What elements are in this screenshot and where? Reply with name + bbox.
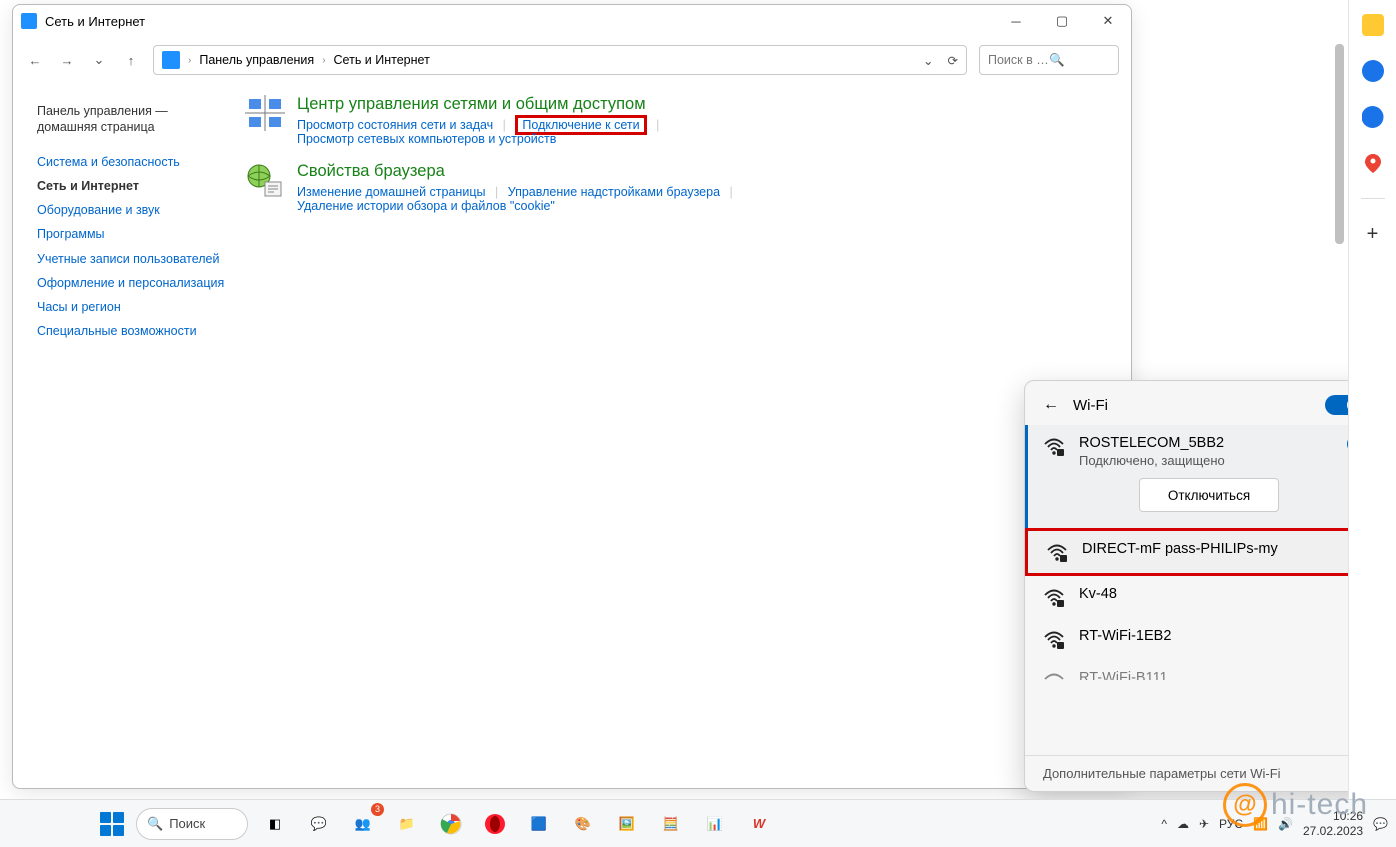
sidebar-item-6[interactable]: Часы и регион: [37, 295, 225, 319]
scrollbar-thumb[interactable]: [1335, 44, 1344, 244]
browser-properties-icon: [245, 162, 285, 198]
wifi-network-item[interactable]: ROSTELECOM_5BB2 Подключено, защищено Отк…: [1025, 425, 1383, 528]
search-placeholder: Поиск в панели …: [988, 53, 1049, 67]
app-icon[interactable]: 📊: [696, 805, 734, 843]
network-name: RT-WiFi-B111: [1079, 670, 1365, 680]
search-icon: 🔍: [1049, 53, 1110, 68]
window-title: Сеть и Интернет: [45, 14, 145, 29]
opera-icon[interactable]: [476, 805, 514, 843]
calculator-icon[interactable]: 🧮: [652, 805, 690, 843]
search-icon: 🔍: [147, 816, 163, 832]
sidebar-item-4[interactable]: Учетные записи пользователей: [37, 247, 225, 271]
wifi-signal-icon: [1043, 628, 1065, 650]
sidebar-item-1[interactable]: Сеть и Интернет: [37, 174, 225, 198]
link-addons[interactable]: Управление надстройками браузера: [508, 185, 720, 199]
wps-icon[interactable]: W: [740, 805, 778, 843]
sidebar-icon[interactable]: [1362, 106, 1384, 128]
control-panel-window: Сеть и Интернет ─ ▢ ✕ ← → ⌄ ↑ › Панель у…: [12, 4, 1132, 789]
toolbar: ← → ⌄ ↑ › Панель управления › Сеть и Инт…: [13, 37, 1131, 83]
history-dropdown-icon[interactable]: ⌄: [923, 53, 933, 68]
app-icon[interactable]: 🟦: [520, 805, 558, 843]
sidebar-item-0[interactable]: Система и безопасность: [37, 150, 225, 174]
chat-icon[interactable]: 💬: [300, 805, 338, 843]
app-icon: [21, 13, 37, 29]
address-bar[interactable]: › Панель управления › Сеть и Интернет ⌄ …: [153, 45, 967, 75]
link-homepage[interactable]: Изменение домашней страницы: [297, 185, 485, 199]
app-icon[interactable]: 🖼️: [608, 805, 646, 843]
maximize-button[interactable]: ▢: [1039, 5, 1085, 37]
wifi-title: Wi-Fi: [1073, 397, 1108, 414]
chevron-icon: ›: [322, 55, 325, 66]
breadcrumb-0[interactable]: Панель управления: [199, 53, 314, 67]
sidebar-item-7[interactable]: Специальные возможности: [37, 319, 225, 343]
wifi-signal-icon: [1046, 541, 1068, 563]
link-view-status[interactable]: Просмотр состояния сети и задач: [297, 118, 493, 132]
taskbar: 🔍 Поиск ◧ 💬 👥3 📁 🟦 🎨 🖼️ 🧮 📊 W ^ ☁ ✈ РУС …: [0, 799, 1396, 847]
watermark-text: hi-tech: [1271, 788, 1368, 822]
add-sidebar-icon[interactable]: +: [1367, 223, 1379, 246]
sidebar-icon[interactable]: [1362, 60, 1384, 82]
teams-icon[interactable]: 👥3: [344, 805, 382, 843]
category-title-1[interactable]: Свойства браузера: [297, 162, 739, 181]
breadcrumb-1[interactable]: Сеть и Интернет: [334, 53, 430, 67]
wifi-network-item[interactable]: RT-WiFi-1EB2: [1025, 618, 1383, 660]
network-center-icon: [245, 95, 285, 131]
network-status: Подключено, защищено: [1079, 453, 1333, 468]
wifi-signal-icon: [1043, 586, 1065, 608]
wifi-flyout: ← Wi-Fi ROSTELECOM_5BB2 Подключено, защи…: [1024, 380, 1384, 792]
search-input[interactable]: Поиск в панели … 🔍: [979, 45, 1119, 75]
chrome-icon[interactable]: [432, 805, 470, 843]
wifi-network-item[interactable]: Kv-48: [1025, 576, 1383, 618]
category-title-0[interactable]: Центр управления сетями и общим доступом: [297, 95, 665, 114]
telegram-icon[interactable]: ✈: [1199, 817, 1209, 831]
watermark: @ hi-tech: [1223, 783, 1368, 827]
network-name: RT-WiFi-1EB2: [1079, 628, 1365, 644]
network-name: ROSTELECOM_5BB2: [1079, 435, 1333, 451]
sidebar-home[interactable]: Панель управления — домашняя страница: [37, 99, 225, 140]
notifications-icon[interactable]: 💬: [1373, 817, 1388, 831]
browser-sidebar: +: [1348, 0, 1396, 799]
back-button[interactable]: ←: [25, 50, 45, 70]
paint-icon[interactable]: 🎨: [564, 805, 602, 843]
folder-icon: [162, 51, 180, 69]
titlebar: Сеть и Интернет ─ ▢ ✕: [13, 5, 1131, 37]
chevron-icon: ›: [188, 55, 191, 66]
minimize-button[interactable]: ─: [993, 5, 1039, 37]
sidebar-icon[interactable]: [1362, 14, 1384, 36]
network-name: DIRECT-mF pass-PHILIPs-my: [1082, 541, 1362, 557]
close-button[interactable]: ✕: [1085, 5, 1131, 37]
start-button[interactable]: [96, 808, 128, 840]
wifi-network-list: ROSTELECOM_5BB2 Подключено, защищено Отк…: [1025, 425, 1383, 755]
sidebar-item-3[interactable]: Программы: [37, 222, 225, 246]
maps-icon[interactable]: [1362, 152, 1384, 174]
network-name: Kv-48: [1079, 586, 1365, 602]
wifi-network-item[interactable]: RT-WiFi-B111: [1025, 660, 1383, 680]
wifi-signal-icon: [1043, 435, 1065, 518]
sidebar-item-2[interactable]: Оборудование и звук: [37, 198, 225, 222]
explorer-icon[interactable]: 📁: [388, 805, 426, 843]
category-browser-properties: Свойства браузера Изменение домашней стр…: [245, 162, 1111, 213]
sidebar: Панель управления — домашняя страница Си…: [13, 83, 225, 788]
taskbar-search[interactable]: 🔍 Поиск: [136, 808, 248, 840]
up-button[interactable]: ↑: [121, 50, 141, 70]
taskbar-search-label: Поиск: [169, 816, 205, 831]
category-network-center: Центр управления сетями и общим доступом…: [245, 95, 1111, 146]
tray-overflow-icon[interactable]: ^: [1161, 817, 1167, 831]
content-area: Центр управления сетями и общим доступом…: [225, 83, 1131, 788]
recent-dropdown[interactable]: ⌄: [89, 50, 109, 70]
disconnect-button[interactable]: Отключиться: [1139, 478, 1279, 512]
onedrive-icon[interactable]: ☁: [1177, 817, 1189, 831]
task-view-icon[interactable]: ◧: [256, 805, 294, 843]
link-view-computers[interactable]: Просмотр сетевых компьютеров и устройств: [297, 132, 556, 146]
wifi-network-item[interactable]: DIRECT-mF pass-PHILIPs-my: [1025, 528, 1383, 576]
refresh-icon[interactable]: ⟳: [948, 53, 958, 68]
wifi-back-button[interactable]: ←: [1043, 396, 1059, 414]
link-clear-history[interactable]: Удаление истории обзора и файлов "cookie…: [297, 199, 555, 213]
sidebar-item-5[interactable]: Оформление и персонализация: [37, 271, 225, 295]
forward-button[interactable]: →: [57, 50, 77, 70]
at-icon: @: [1223, 783, 1267, 827]
